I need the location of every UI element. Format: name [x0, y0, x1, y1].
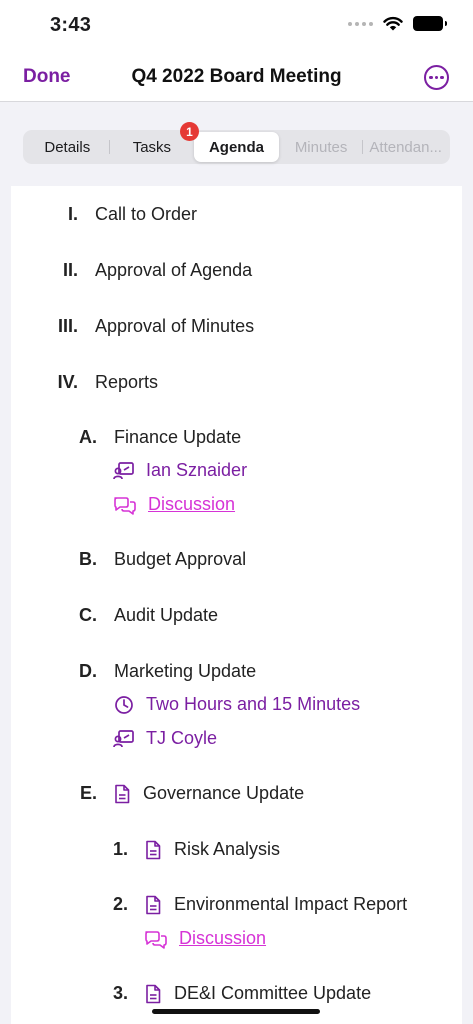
clock-icon	[115, 695, 133, 714]
wifi-icon	[383, 16, 403, 31]
tasks-count-badge: 1	[180, 122, 199, 141]
item-number: C.	[79, 605, 97, 625]
agenda-item-i[interactable]: I. Call to Order	[11, 204, 197, 225]
status-bar: 3:43	[0, 0, 473, 52]
item-title: Marketing Update	[114, 661, 257, 681]
document-icon	[146, 984, 161, 1003]
item-number: III.	[57, 316, 78, 336]
item-number: II.	[62, 260, 78, 280]
item-number: A.	[79, 427, 97, 447]
item-title: Budget Approval	[114, 549, 247, 569]
home-indicator[interactable]	[152, 1009, 320, 1014]
document-icon	[146, 895, 161, 914]
agenda-item-e2[interactable]: 2. Environmental Impact Report	[11, 894, 407, 915]
agenda-item-ii[interactable]: II. Approval of Agenda	[11, 260, 252, 281]
item-number: D.	[79, 661, 97, 681]
presenter: Ian Sznaider	[113, 460, 247, 481]
tab-minutes[interactable]: Minutes	[279, 132, 364, 162]
item-number: IV.	[57, 372, 78, 392]
status-time: 3:43	[50, 14, 92, 36]
item-number: E.	[79, 783, 97, 803]
item-title: Finance Update	[114, 427, 242, 447]
discussion-link[interactable]: Discussion	[113, 494, 235, 515]
item-title: Governance Update	[143, 783, 305, 803]
discussion-label: Discussion	[148, 494, 236, 514]
item-number: I.	[67, 204, 78, 224]
presenter-icon	[113, 729, 134, 747]
discussion-label: Discussion	[179, 928, 267, 948]
duration: Two Hours and 15 Minutes	[113, 694, 360, 715]
agenda-list: I. Call to Order II. Approval of Agenda …	[11, 186, 462, 1024]
item-number: B.	[79, 549, 97, 569]
presenter-icon	[113, 461, 134, 479]
item-title: DE&I Committee Update	[174, 983, 372, 1003]
agenda-item-iv[interactable]: IV. Reports	[11, 372, 158, 393]
tab-bar: Details Tasks Agenda Minutes Attendan...	[23, 130, 450, 164]
item-title: Risk Analysis	[174, 839, 281, 859]
navigation-bar: Done Q4 2022 Board Meeting	[0, 52, 473, 102]
tab-details[interactable]: Details	[25, 132, 110, 162]
page-title: Q4 2022 Board Meeting	[131, 66, 342, 87]
discussion-icon	[145, 930, 167, 949]
document-icon	[146, 840, 161, 859]
agenda-item-a[interactable]: A. Finance Update	[11, 427, 241, 448]
agenda-item-d[interactable]: D. Marketing Update	[11, 661, 256, 682]
agenda-item-iii[interactable]: III. Approval of Minutes	[11, 316, 254, 337]
item-title: Call to Order	[95, 204, 198, 224]
item-number: 3.	[112, 983, 128, 1003]
discussion-icon	[114, 496, 136, 515]
cellular-signal-icon	[348, 21, 373, 26]
tab-agenda[interactable]: Agenda	[194, 132, 279, 162]
item-number: 1.	[112, 839, 128, 859]
document-icon	[115, 784, 130, 803]
tab-attendance[interactable]: Attendan...	[363, 132, 448, 162]
discussion-link[interactable]: Discussion	[144, 928, 266, 949]
presenter-name: TJ Coyle	[146, 728, 218, 748]
item-title: Approval of Agenda	[95, 260, 253, 280]
battery-icon	[413, 16, 447, 31]
agenda-item-e1[interactable]: 1. Risk Analysis	[11, 839, 280, 860]
item-title: Approval of Minutes	[95, 316, 255, 336]
agenda-item-e[interactable]: E. Governance Update	[11, 783, 304, 804]
item-number: 2.	[112, 894, 128, 914]
agenda-item-e3[interactable]: 3. DE&I Committee Update	[11, 983, 371, 1004]
duration-label: Two Hours and 15 Minutes	[146, 694, 361, 714]
item-title: Environmental Impact Report	[174, 894, 408, 914]
agenda-item-b[interactable]: B. Budget Approval	[11, 549, 246, 570]
agenda-item-c[interactable]: C. Audit Update	[11, 605, 218, 626]
item-title: Audit Update	[114, 605, 219, 625]
more-options-icon[interactable]	[424, 65, 449, 90]
status-icons	[348, 16, 447, 31]
presenter: TJ Coyle	[113, 728, 217, 749]
item-title: Reports	[95, 372, 159, 392]
presenter-name: Ian Sznaider	[146, 460, 248, 480]
